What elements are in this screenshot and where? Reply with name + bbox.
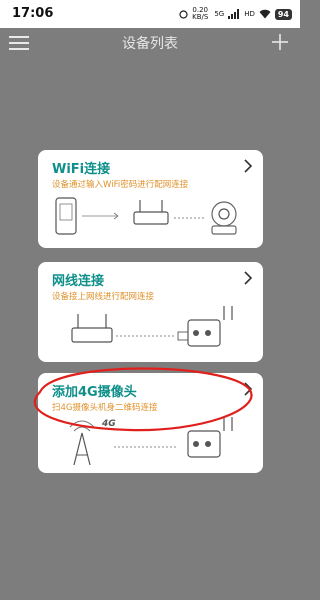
wifi-connect-card[interactable]: WiFi连接 设备通过输入WiFi密码进行配网连接: [38, 150, 263, 248]
card-subtitle: 扫4G摄像头机身二维码连接: [52, 403, 158, 413]
card-title: 添加4G摄像头: [52, 385, 137, 400]
page-title: 设备列表: [122, 36, 178, 52]
ethernet-illustration: [71, 306, 233, 347]
ethernet-connect-card[interactable]: 网线连接 设备接上网线进行配网连接: [38, 262, 263, 362]
chevron-right-icon: [244, 159, 253, 173]
status-bar: 17:06 0.20 KB/S 5G HD 94: [0, 0, 300, 28]
network-type-label: 5G: [214, 9, 225, 18]
network-speed-unit: KB/S: [192, 13, 209, 21]
alarm-icon: [179, 10, 188, 19]
chevron-right-icon: [244, 382, 253, 396]
hd-label: HD: [244, 9, 255, 18]
4g-label: 4G: [102, 419, 116, 429]
status-time: 17:06: [12, 6, 54, 21]
app-header: 设备列表: [0, 28, 300, 58]
wifi-icon: [259, 9, 271, 19]
card-subtitle: 设备通过输入WiFi密码进行配网连接: [52, 180, 189, 190]
plus-icon[interactable]: [270, 32, 290, 52]
card-title: WiFi连接: [52, 162, 111, 177]
wifi-illustration: [55, 197, 237, 235]
card-subtitle: 设备接上网线进行配网连接: [52, 292, 155, 302]
network-speed: 0.20 KB/S: [192, 7, 208, 21]
status-icons: 0.20 KB/S 5G HD 94: [179, 5, 292, 23]
battery-level: 94: [274, 8, 292, 20]
chevron-right-icon: [244, 271, 253, 285]
add-4g-camera-card[interactable]: 添加4G摄像头 扫4G摄像头机身二维码连接 4G: [38, 373, 263, 473]
signal-icon: [228, 9, 240, 19]
4g-camera-illustration: [69, 417, 233, 466]
card-title: 网线连接: [52, 274, 105, 289]
